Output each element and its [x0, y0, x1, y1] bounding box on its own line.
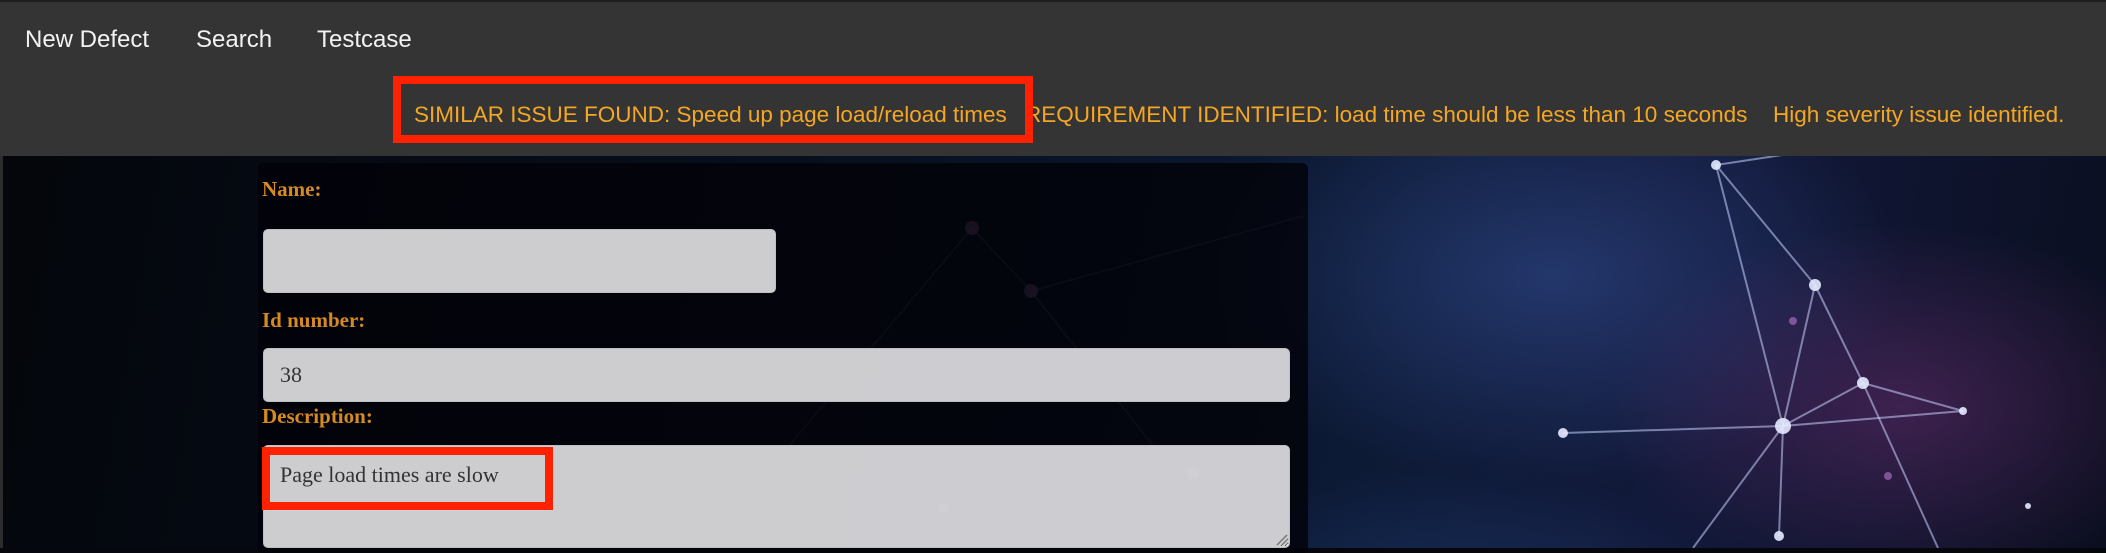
name-input[interactable]: [263, 229, 776, 293]
description-textarea[interactable]: Page load times are slow: [263, 445, 1290, 548]
similar-issue-alert: SIMILAR ISSUE FOUND: Speed up page load/…: [414, 102, 1007, 127]
nav-testcase-link[interactable]: Testcase: [317, 26, 412, 54]
name-label: Name:: [262, 177, 322, 201]
top-navbar: [0, 0, 2106, 156]
id-number-label: Id number:: [262, 308, 366, 332]
nav-search-link[interactable]: Search: [196, 26, 272, 54]
severity-alert: High severity issue identified.: [1773, 102, 2065, 127]
resize-grip-icon[interactable]: [1274, 532, 1288, 546]
description-label: Description:: [262, 404, 373, 428]
id-number-input[interactable]: [263, 348, 1290, 402]
nav-new-defect-link[interactable]: New Defect: [25, 26, 149, 54]
requirement-alert: REQUIREMENT IDENTIFIED: load time should…: [1025, 102, 1748, 127]
